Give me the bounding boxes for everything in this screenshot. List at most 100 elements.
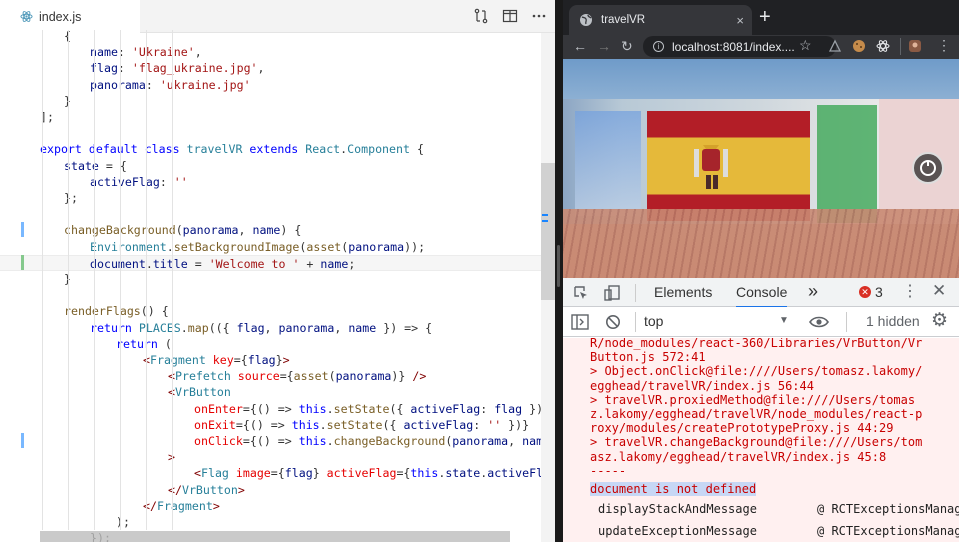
cookie-extension-icon[interactable] xyxy=(852,39,866,53)
code-area[interactable]: {name: 'Ukraine',flag: 'flag_ukraine.jpg… xyxy=(0,28,555,542)
close-tab-icon[interactable]: × xyxy=(736,13,744,28)
code-line[interactable]: name: 'Ukraine', xyxy=(0,44,541,60)
extension-icon[interactable] xyxy=(828,39,842,53)
stack-frame-function: displayStackAndMessage xyxy=(598,502,757,516)
code-line[interactable]: <Flag image={flag} activeFlag={this.stat… xyxy=(0,465,555,481)
code-line[interactable]: export default class travelVR extends Re… xyxy=(0,141,541,157)
forward-icon[interactable]: → xyxy=(597,37,611,55)
console-settings-gear-icon[interactable]: ⚙ xyxy=(931,309,948,332)
code-line[interactable]: Environment.setBackgroundImage(asset(pan… xyxy=(0,239,541,255)
console-error-line[interactable]: > Object.onClick@file:////Users/tomasz.l… xyxy=(590,364,922,378)
code-line[interactable]: <Prefetch source={asset(panorama)} /> xyxy=(0,368,541,384)
code-line[interactable] xyxy=(0,125,541,141)
vertical-scrollbar-thumb[interactable] xyxy=(541,163,555,300)
code-token: Fragment xyxy=(156,498,213,513)
code-token: name xyxy=(348,320,377,335)
error-message[interactable]: document is not defined xyxy=(590,482,757,496)
show-sidebar-icon[interactable] xyxy=(571,314,589,330)
live-expression-eye-icon[interactable] xyxy=(809,315,829,329)
more-tabs-icon[interactable]: » xyxy=(808,281,818,302)
browser-tab-travelvr[interactable]: travelVR × xyxy=(569,5,752,35)
code-token: 'flag_ukraine.jpg' xyxy=(131,61,258,76)
code-line[interactable]: panorama: 'ukraine.jpg' xyxy=(0,77,541,93)
site-info-icon[interactable]: i xyxy=(653,41,664,52)
code-line[interactable]: onClick={() => this.changeBackground(pan… xyxy=(0,433,555,449)
console-error-line[interactable]: Button.js 572:41 xyxy=(590,350,706,364)
console-error-line[interactable]: R/node_modules/react-360/Libraries/VrBut… xyxy=(590,338,922,350)
flag-panel[interactable] xyxy=(575,111,641,216)
devtools-panel: Elements Console » ✕ 3 ⋮ ✕ top ▼ 1 hidde… xyxy=(563,278,959,542)
reload-icon[interactable]: ↻ xyxy=(621,37,633,55)
devtools-menu-icon[interactable]: ⋮ xyxy=(902,281,918,301)
error-count-badge[interactable]: 3 xyxy=(875,284,883,300)
stack-frame-source-link[interactable]: @ RCTExceptionsManag xyxy=(817,502,959,516)
code-line[interactable]: document.title = 'Welcome to ' + name; xyxy=(0,254,541,271)
console-error-line[interactable]: roxy/modules/createPrototypeProxy.js 44:… xyxy=(590,421,893,435)
code-line[interactable]: state = { xyxy=(0,158,541,174)
code-line[interactable]: { xyxy=(0,28,541,44)
code-line[interactable]: </VrButton> xyxy=(0,482,541,498)
new-tab-button[interactable]: + xyxy=(759,6,771,28)
console-output[interactable]: R/node_modules/react-360/Libraries/VrBut… xyxy=(563,338,959,542)
device-toolbar-icon[interactable] xyxy=(603,284,621,302)
open-changes-icon[interactable] xyxy=(473,8,489,24)
code-line[interactable]: return PLACES.map(({ flag, panorama, nam… xyxy=(0,320,541,336)
code-line[interactable]: } xyxy=(0,271,541,287)
react-devtools-icon[interactable] xyxy=(876,39,890,53)
code-token: onClick xyxy=(194,434,243,448)
code-line[interactable]: <Fragment key={flag}> xyxy=(0,352,541,368)
tab-console[interactable]: Console xyxy=(736,284,788,308)
tab-elements[interactable]: Elements xyxy=(654,284,712,300)
code-line[interactable]: onEnter={() => this.setState({ activeFla… xyxy=(0,401,550,417)
code-token: ; xyxy=(348,256,356,271)
horizontal-scrollbar-thumb[interactable] xyxy=(40,531,510,542)
console-error-line[interactable]: > travelVR.proxiedMethod@file:////Users/… xyxy=(590,393,915,407)
console-error-line[interactable]: egghead/travelVR/index.js 56:44 xyxy=(590,379,814,393)
clear-console-icon[interactable] xyxy=(605,314,621,330)
console-error-line[interactable]: ----- xyxy=(590,464,626,478)
code-line[interactable]: activeFlag: '' xyxy=(0,174,541,190)
code-line[interactable]: flag: 'flag_ukraine.jpg', xyxy=(0,60,541,76)
code-token: ={() => xyxy=(242,401,299,416)
vr-scene-viewport[interactable] xyxy=(563,59,959,278)
profile-avatar-icon[interactable] xyxy=(908,39,922,53)
code-line[interactable]: return ( xyxy=(0,336,541,352)
code-token: . xyxy=(319,417,327,432)
stack-frame-source-link[interactable]: @ RCTExceptionsManag xyxy=(817,524,959,538)
chevron-down-icon[interactable]: ▼ xyxy=(779,315,789,326)
browser-menu-icon[interactable]: ⋮ xyxy=(937,36,951,54)
code-line[interactable]: <VrButton xyxy=(0,384,541,400)
more-actions-icon[interactable] xyxy=(531,8,547,24)
console-error-line[interactable]: z.lakomy/egghead/travelVR/node_modules/r… xyxy=(590,407,922,421)
console-error-line[interactable]: > travelVR.changeBackground@file:////Use… xyxy=(590,435,922,449)
code-token: = { xyxy=(98,158,127,173)
spain-flag-panel[interactable] xyxy=(647,111,810,221)
code-line[interactable]: renderFlags() { xyxy=(0,303,541,319)
code-line[interactable]: ]; xyxy=(0,109,541,125)
code-line[interactable]: changeBackground(panorama, name) { xyxy=(0,222,541,238)
code-token: . xyxy=(180,320,188,335)
code-line[interactable]: }; xyxy=(0,190,541,206)
code-line[interactable]: } xyxy=(0,93,541,109)
flag-panel[interactable] xyxy=(817,105,877,223)
code-token: ( xyxy=(328,369,336,384)
code-token: document xyxy=(90,256,146,271)
code-line[interactable]: onExit={() => this.setState({ activeFlag… xyxy=(0,417,541,433)
context-selector[interactable]: top xyxy=(644,313,663,329)
splitter-grip-handle[interactable] xyxy=(557,245,560,287)
inspect-element-icon[interactable] xyxy=(573,285,589,301)
vr-mode-icon[interactable] xyxy=(912,152,944,184)
console-error-line[interactable]: asz.lakomy/egghead/travelVR/index.js 45:… xyxy=(590,450,886,464)
back-icon[interactable]: ← xyxy=(573,37,587,55)
code-editor[interactable]: index.js {name: 'Ukraine',flag: 'flag_uk… xyxy=(0,0,555,542)
split-editor-icon[interactable] xyxy=(502,8,518,24)
code-token: panorama xyxy=(348,239,405,254)
code-line[interactable]: </Fragment> xyxy=(0,498,541,514)
code-line[interactable] xyxy=(0,206,541,222)
close-devtools-icon[interactable]: ✕ xyxy=(932,281,946,301)
code-line[interactable]: ); xyxy=(0,514,541,530)
code-line[interactable] xyxy=(0,287,541,303)
hidden-messages-count[interactable]: 1 hidden xyxy=(866,313,920,329)
bookmark-star-icon[interactable]: ☆ xyxy=(799,36,812,54)
code-line[interactable]: > xyxy=(0,449,541,465)
